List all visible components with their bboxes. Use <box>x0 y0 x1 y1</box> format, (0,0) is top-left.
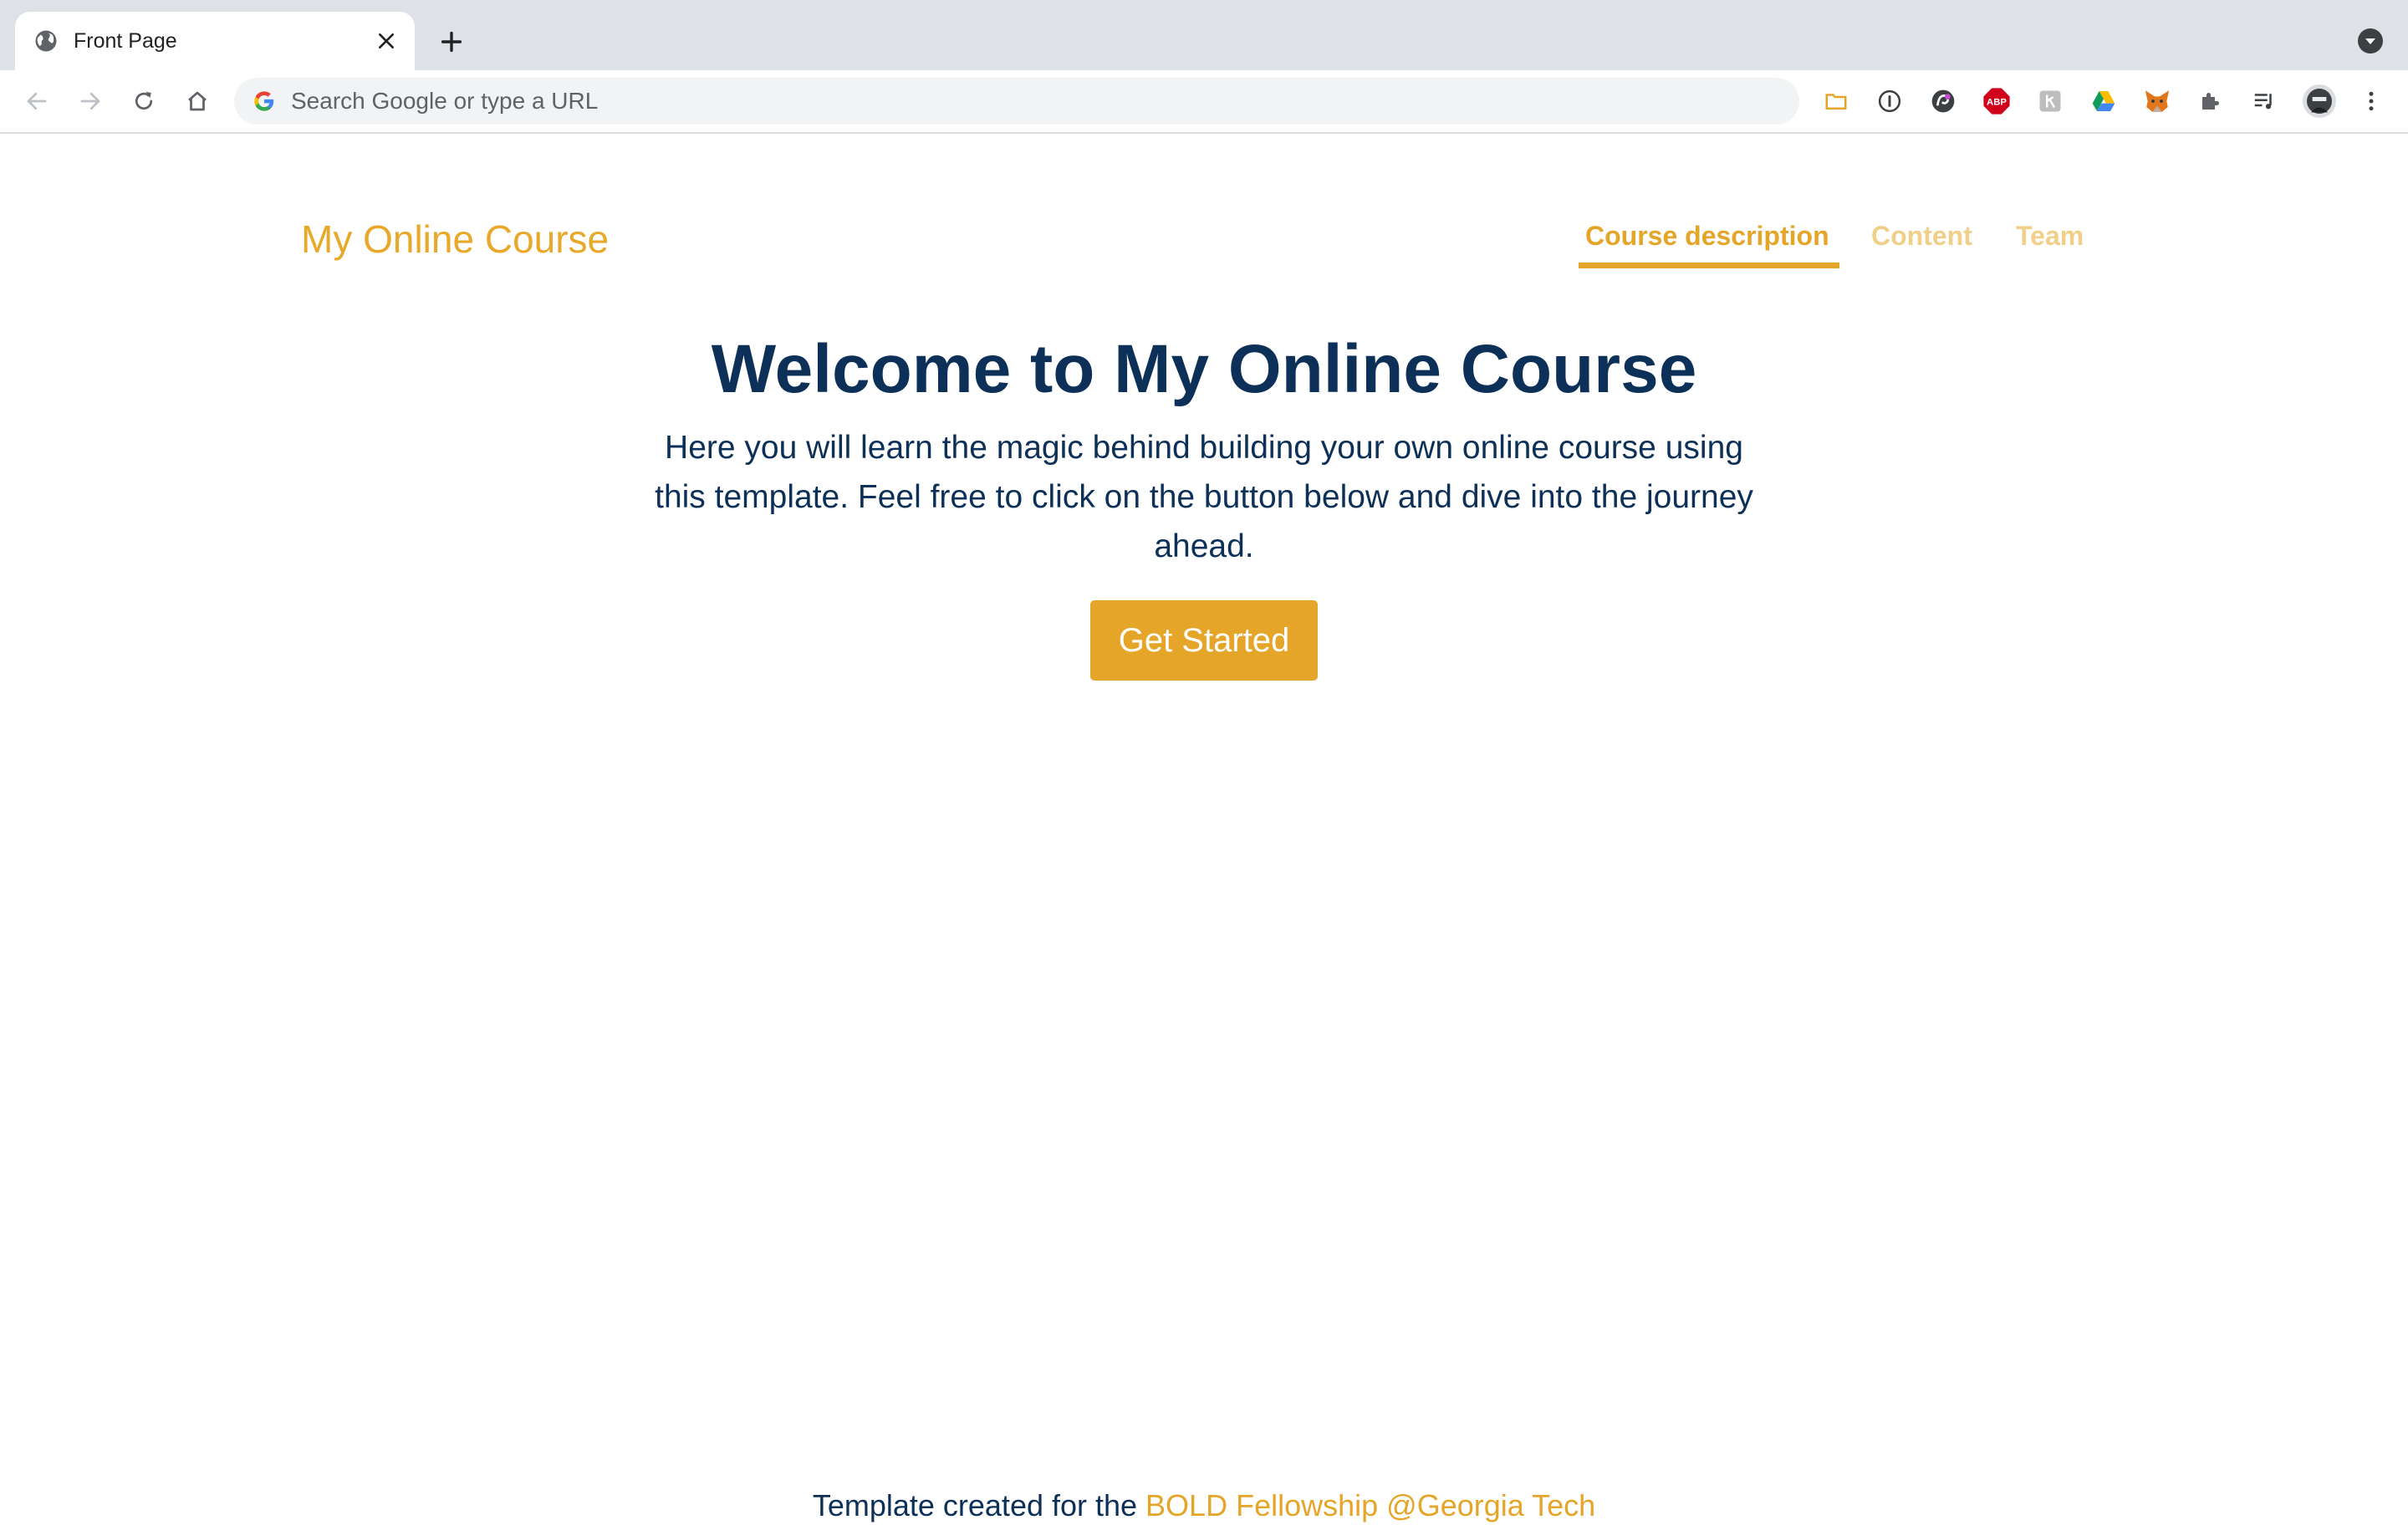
page-title: Welcome to My Online Course <box>711 331 1697 407</box>
folder-icon[interactable] <box>1821 86 1851 116</box>
omnibox[interactable] <box>234 78 1799 125</box>
footer: Template created for the BOLD Fellowship… <box>0 1487 2408 1525</box>
google-g-icon <box>254 91 274 111</box>
hero-description: Here you will learn the magic behind bui… <box>655 430 1753 564</box>
globe-icon <box>35 30 57 52</box>
extension-swirl-icon[interactable] <box>1928 86 1958 116</box>
footer-text: Template created for the <box>812 1488 1146 1522</box>
address-input[interactable] <box>291 78 1779 125</box>
google-drive-icon[interactable] <box>2089 86 2119 116</box>
menu-icon[interactable] <box>2356 86 2386 116</box>
site-title[interactable]: My Online Course <box>301 216 609 263</box>
footer-link[interactable]: BOLD Fellowship @Georgia Tech <box>1145 1488 1595 1522</box>
metamask-icon[interactable] <box>2142 86 2172 116</box>
1password-icon[interactable] <box>1875 86 1905 116</box>
home-icon <box>188 91 207 111</box>
svg-text:ABP: ABP <box>1987 98 2007 108</box>
nav-team[interactable]: Team <box>2016 219 2084 252</box>
get-started-button[interactable]: Get Started <box>1090 600 1318 681</box>
media-queue-icon[interactable] <box>2249 86 2279 116</box>
browser-tab[interactable]: Front Page <box>15 12 415 70</box>
arrow-right-icon <box>80 92 100 110</box>
forward-button[interactable] <box>74 84 107 118</box>
back-button[interactable] <box>20 84 54 118</box>
active-tab-indicator <box>1579 263 1839 268</box>
close-tab-button[interactable] <box>373 28 400 54</box>
profile-avatar[interactable] <box>2303 84 2336 118</box>
chevron-down-icon <box>2365 38 2375 44</box>
tab-strip: Front Page <box>0 0 2408 70</box>
adblock-plus-icon[interactable]: ABP <box>1982 86 2012 116</box>
home-button[interactable] <box>181 84 214 118</box>
nav-course-description[interactable]: Course description <box>1585 219 1829 252</box>
reload-icon <box>135 91 153 110</box>
arrow-left-icon <box>27 92 47 110</box>
tab-search-button[interactable] <box>2358 28 2383 54</box>
extension-gray-icon[interactable] <box>2035 86 2065 116</box>
nav-content[interactable]: Content <box>1871 219 1972 252</box>
new-tab-button[interactable] <box>435 25 468 59</box>
close-icon <box>378 33 395 49</box>
browser-toolbar: ABP <box>0 70 2408 134</box>
plus-icon <box>441 31 462 53</box>
puzzle-icon[interactable] <box>2196 86 2226 116</box>
reload-button[interactable] <box>127 84 161 118</box>
tab-title: Front Page <box>74 29 177 53</box>
